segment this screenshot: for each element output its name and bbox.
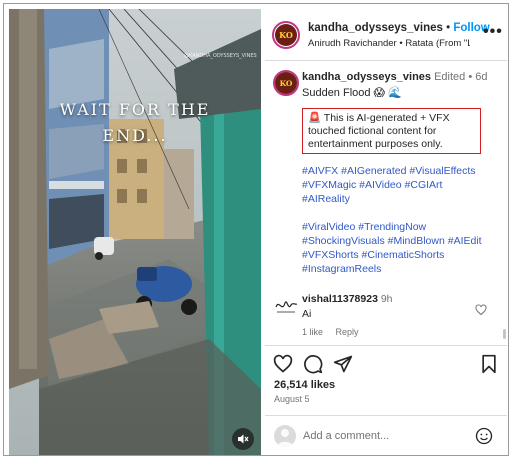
comment-meta: 1 like Reply [302,327,369,337]
post-date: August 5 [274,394,310,404]
more-options-icon: ••• [483,23,503,40]
more-options-button[interactable]: ••• [483,23,503,41]
commenter-avatar[interactable] [273,293,299,319]
ai-disclaimer: 🚨 This is AI-generated + VFX touched fic… [302,108,481,154]
mute-button[interactable] [232,428,254,450]
mute-icon [238,434,249,444]
hashtag-line[interactable]: #ViralVideo #TrendingNow [302,220,502,234]
save-button[interactable] [479,354,499,379]
hashtags: #AIVFX #AIGenerated #VisualEffects #VFXM… [302,164,502,276]
comment-button[interactable] [303,354,323,379]
hashtag-line[interactable]: #AIReality [302,192,502,206]
author-avatar[interactable]: KO [272,21,300,49]
comment-icon [304,355,323,374]
overlay-line-1: Wait for the [59,100,211,119]
user-placeholder-icon [277,429,293,447]
current-user-avatar [274,425,296,447]
header-separator: • [446,22,451,34]
comment-header: vishal11378923 9h [302,293,393,305]
overlay-line-2: end... [102,126,168,145]
comment-username[interactable]: vishal11378923 [302,293,378,305]
share-button[interactable] [333,354,353,379]
post-modal: @KANDHA_ODYSSEYS_VINES Wait for the end.… [3,3,509,456]
caption-edited-time: Edited • 6d [434,71,488,83]
add-comment-input[interactable] [303,426,463,446]
hashtag-line[interactable]: #VFXShorts #CinematicShorts [302,248,502,262]
audio-track-link[interactable]: Anirudh Ravichander • Ratata (From "Le..… [308,38,470,49]
comment-reply-button[interactable]: Reply [336,327,359,337]
heart-icon [273,354,293,373]
post-actions: 26,514 likes August 5 [265,345,507,415]
caption-avatar[interactable]: KO [273,70,299,96]
hashtag-line[interactable]: #AIVFX #AIGenerated #VisualEffects [302,164,502,178]
commenter-signature-image [273,293,299,319]
reel-video[interactable]: @KANDHA_ODYSSEYS_VINES Wait for the end.… [9,9,261,455]
hashtag-line[interactable]: #ShockingVisuals #MindBlown #AIEdit [302,234,502,248]
emoji-button[interactable] [475,427,493,450]
like-button[interactable] [273,354,293,379]
comment-text: Ai [302,308,312,320]
video-frame-illustration [9,9,261,455]
comment-likes[interactable]: 1 like [302,327,323,337]
bookmark-icon [482,354,496,374]
likes-count[interactable]: 26,514 likes [274,379,335,391]
heart-icon [475,304,487,316]
emoji-icon [475,427,493,445]
video-watermark: @KANDHA_ODYSSEYS_VINES [184,53,257,59]
post-header: KO kandha_odysseys_vines • Follow Anirud… [265,9,507,61]
author-line: kandha_odysseys_vines • Follow [308,22,490,34]
comment-time: 9h [380,293,393,305]
add-comment-bar [265,415,507,455]
comments-section[interactable]: KO kandha_odysseys_vines Edited • 6d Sud… [265,62,507,342]
hashtag-line[interactable]: #VFXMagic #AIVideo #CGIArt [302,178,502,192]
hashtag-line[interactable]: #InstagramReels [302,262,502,276]
caption-username[interactable]: kandha_odysseys_vines [302,71,431,83]
caption-title: Sudden Flood 😱 🌊 [302,87,402,99]
share-icon [333,355,353,373]
post-details-pane: KO kandha_odysseys_vines • Follow Anirud… [265,9,507,455]
video-overlay-text: Wait for the end... [9,97,261,149]
comments-scrollbar[interactable] [503,329,506,339]
author-username[interactable]: kandha_odysseys_vines [308,22,443,34]
comment-like-button[interactable] [475,303,487,321]
caption-header: kandha_odysseys_vines Edited • 6d [302,71,487,83]
